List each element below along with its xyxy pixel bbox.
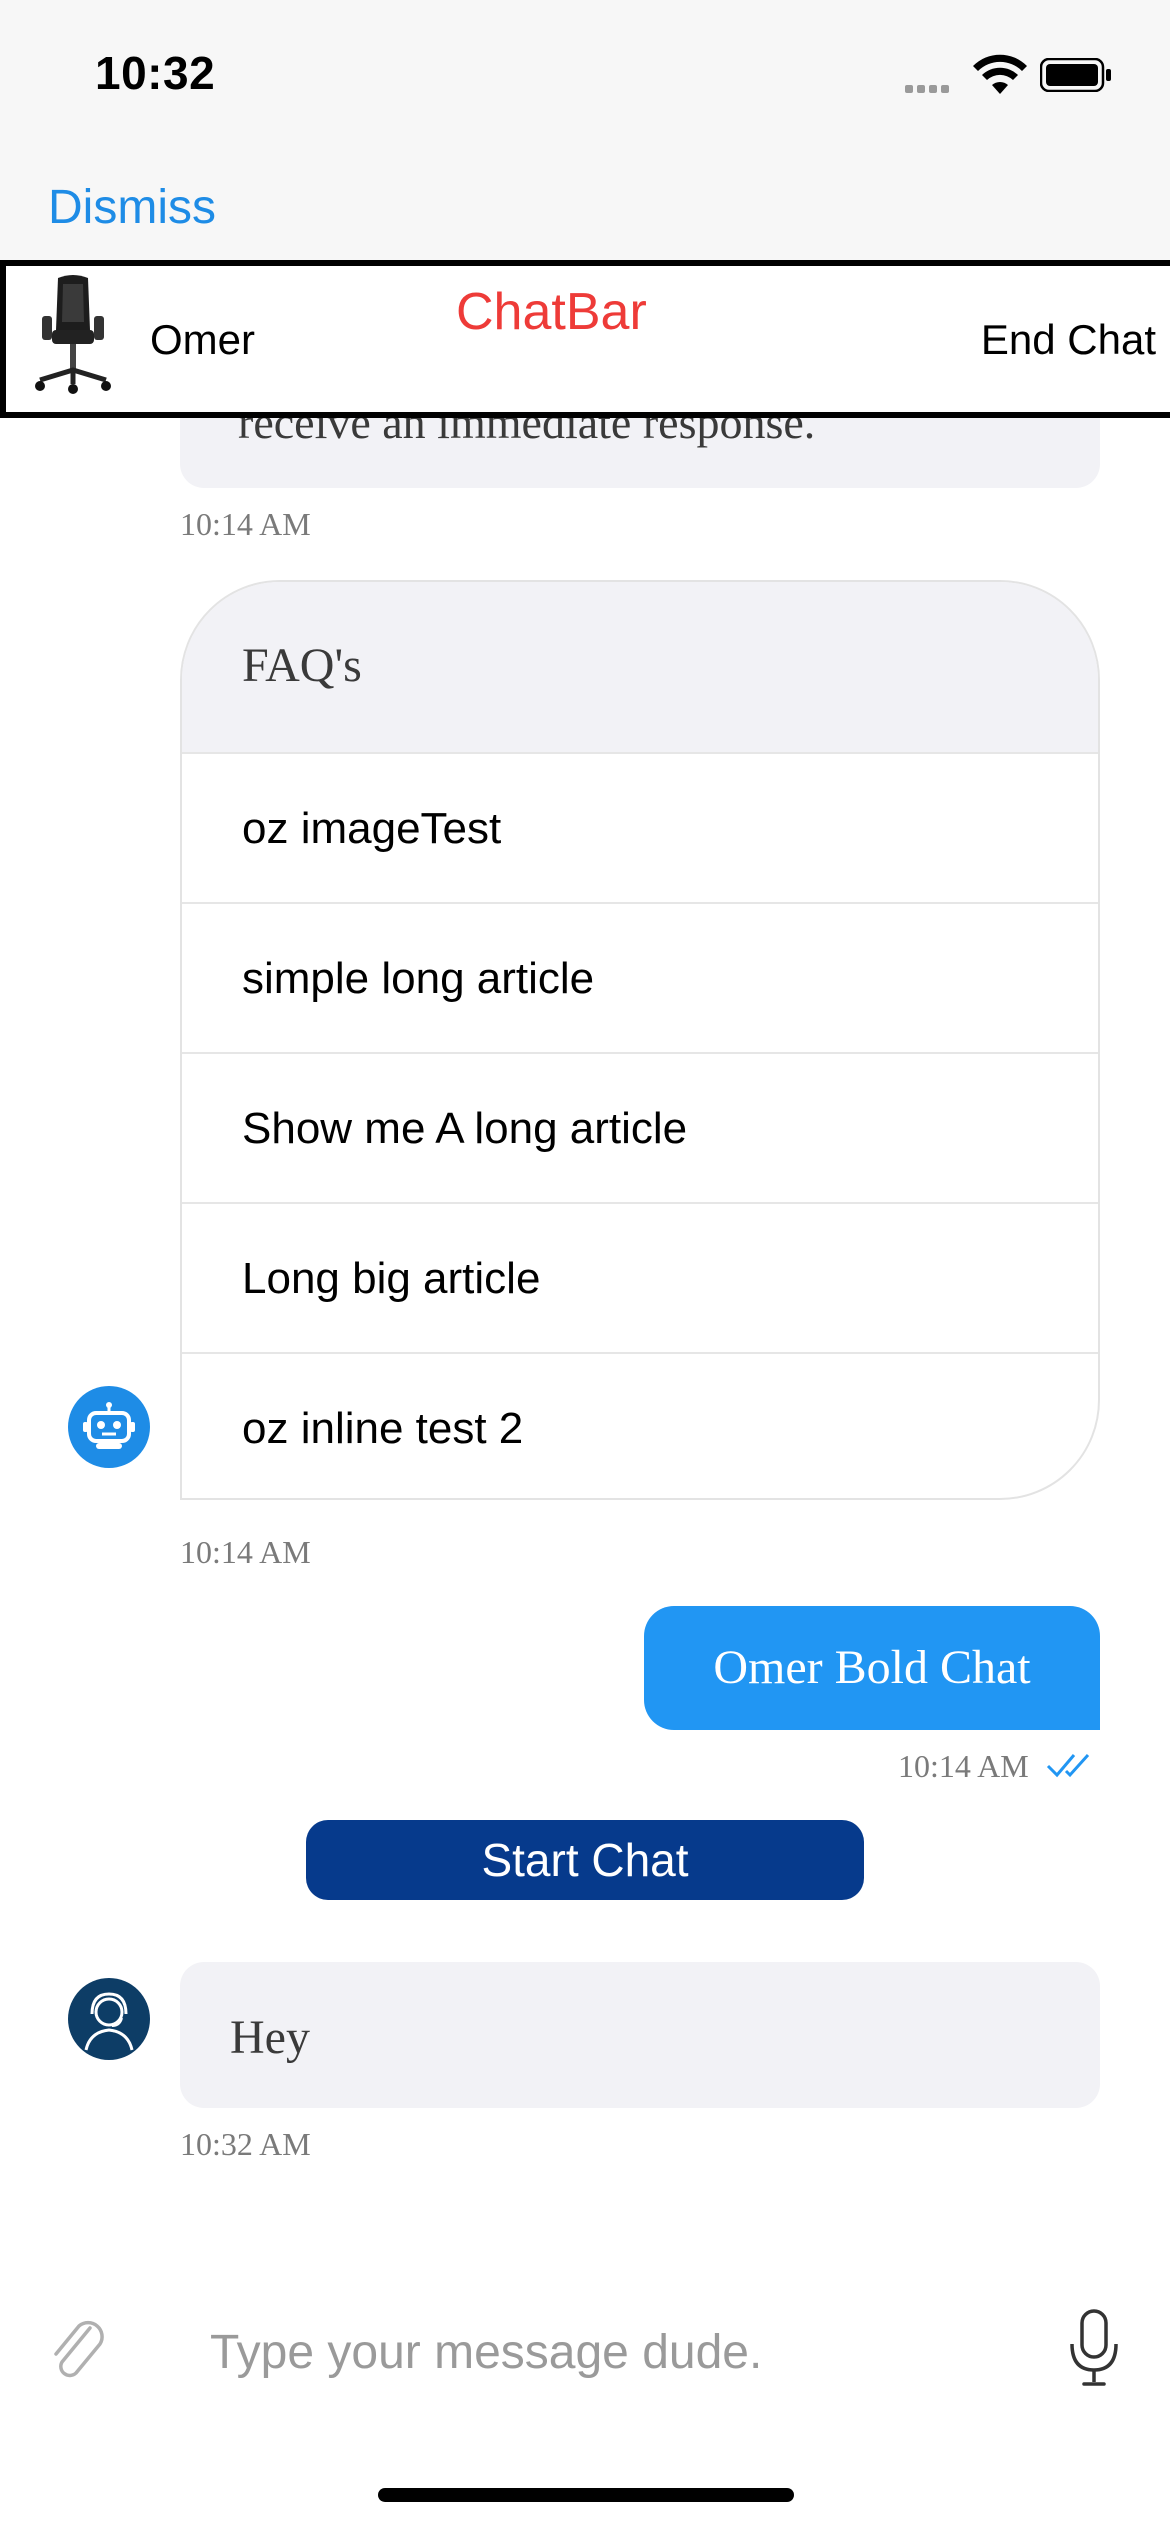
wifi-icon — [973, 54, 1027, 94]
faq-item-label: simple long article — [242, 954, 595, 1003]
faq-item[interactable]: oz inline test 2 — [182, 1352, 1098, 1498]
nav-bar: Dismiss — [0, 140, 1170, 260]
chatbar-title: ChatBar — [456, 283, 647, 341]
message-input-bar — [0, 2280, 1170, 2420]
message-timestamp: 10:14 AM — [180, 506, 311, 542]
faq-card: FAQ's oz imageTest simple long article S… — [180, 580, 1100, 1500]
faq-item[interactable]: simple long article — [182, 902, 1098, 1052]
faq-item-label: oz inline test 2 — [242, 1404, 524, 1453]
faq-item[interactable]: oz imageTest — [182, 752, 1098, 902]
home-indicator — [378, 2488, 794, 2502]
agent-message-bubble: Hey — [180, 1962, 1100, 2108]
start-chat-button[interactable]: Start Chat — [306, 1820, 864, 1900]
faq-header: FAQ's — [182, 582, 1098, 752]
bot-avatar — [68, 1386, 150, 1468]
microphone-icon[interactable] — [1066, 2308, 1122, 2390]
chat-bar: Omer ChatBar End Chat — [0, 260, 1170, 418]
faq-item-label: Long big article — [242, 1254, 541, 1303]
paperclip-icon[interactable] — [46, 2314, 110, 2384]
agent-icon — [84, 1992, 134, 2051]
battery-icon — [1040, 58, 1111, 92]
chair-avatar — [35, 275, 111, 394]
faq-item[interactable]: Long big article — [182, 1202, 1098, 1352]
dismiss-button[interactable]: Dismiss — [48, 180, 216, 235]
user-message-bubble: Omer Bold Chat — [644, 1606, 1100, 1730]
end-chat-button[interactable]: End Chat — [981, 316, 1156, 364]
faq-item-label: Show me A long article — [242, 1104, 688, 1153]
faq-timestamp: 10:14 AM — [180, 1534, 311, 1570]
bot-icon — [83, 1402, 135, 1449]
agent-message-text: Hey — [230, 2011, 310, 2064]
status-bar: 10:32 — [0, 0, 1170, 140]
faq-item[interactable]: Show me A long article — [182, 1052, 1098, 1202]
agent-name: Omer — [150, 316, 255, 363]
agent-avatar — [68, 1978, 150, 2060]
status-time: 10:32 — [95, 47, 216, 99]
faq-title: FAQ's — [242, 639, 362, 692]
faq-item-label: oz imageTest — [242, 804, 502, 853]
message-input[interactable] — [210, 2320, 1010, 2384]
double-check-icon — [1046, 1753, 1090, 1778]
user-message-timestamp: 10:14 AM — [898, 1748, 1029, 1784]
agent-message-timestamp: 10:32 AM — [180, 2126, 311, 2162]
signal-icon — [905, 80, 953, 98]
